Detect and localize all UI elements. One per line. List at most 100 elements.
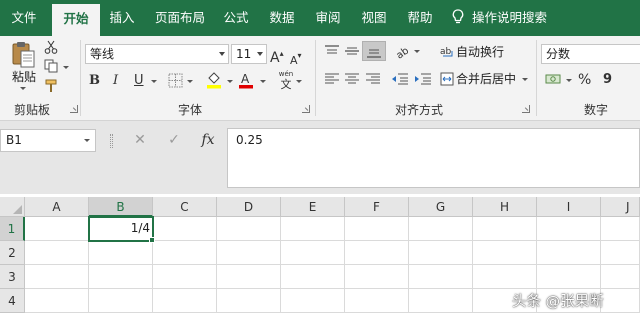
tab-view[interactable]: 视图: [354, 0, 394, 36]
fill-handle[interactable]: [149, 237, 155, 243]
tab-data[interactable]: 数据: [262, 0, 302, 36]
orientation-icon[interactable]: ab: [394, 43, 412, 59]
row-header-1[interactable]: 1: [0, 217, 25, 241]
borders-dropdown-icon[interactable]: [187, 80, 193, 83]
decrease-indent-icon[interactable]: [391, 72, 409, 86]
paste-button[interactable]: 粘贴: [12, 68, 36, 86]
tab-insert[interactable]: 插入: [100, 0, 144, 36]
cell-j1[interactable]: [601, 217, 640, 241]
bold-button[interactable]: B: [89, 73, 100, 89]
underline-button[interactable]: U: [134, 73, 144, 89]
cell-e3[interactable]: [281, 265, 345, 289]
cell-a2[interactable]: [25, 241, 89, 265]
cell-g3[interactable]: [409, 265, 473, 289]
copy-icon[interactable]: [44, 59, 58, 73]
tell-me-search[interactable]: 操作说明搜索: [452, 0, 547, 36]
paste-dropdown-icon[interactable]: [20, 87, 26, 90]
font-launcher-icon[interactable]: [302, 105, 310, 113]
cell-i1[interactable]: [537, 217, 601, 241]
cell-f1[interactable]: [345, 217, 409, 241]
column-header-i[interactable]: I: [537, 197, 601, 217]
cell-a3[interactable]: [25, 265, 89, 289]
cell-a4[interactable]: [25, 289, 89, 313]
merge-center-icon[interactable]: [440, 72, 454, 86]
increase-font-size-icon[interactable]: A▴: [270, 46, 284, 66]
tab-formulas[interactable]: 公式: [216, 0, 256, 36]
number-format-select[interactable]: 分数: [541, 44, 640, 64]
cell-g1[interactable]: [409, 217, 473, 241]
column-header-a[interactable]: A: [25, 197, 89, 217]
increase-indent-icon[interactable]: [414, 72, 432, 86]
insert-function-button[interactable]: fx: [197, 129, 219, 152]
fill-color-dropdown-icon[interactable]: [227, 80, 233, 83]
cell-f4[interactable]: [345, 289, 409, 313]
align-top-icon[interactable]: [324, 44, 340, 58]
cell-d2[interactable]: [217, 241, 281, 265]
align-right-icon[interactable]: [365, 72, 381, 86]
wrap-text-icon[interactable]: ab: [440, 44, 454, 58]
font-color-icon[interactable]: A: [238, 71, 254, 89]
name-box[interactable]: B1: [0, 129, 96, 152]
cell-j4[interactable]: [601, 289, 640, 313]
select-all-button[interactable]: [0, 197, 25, 217]
font-name-select[interactable]: 等线: [85, 44, 229, 64]
enter-icon[interactable]: ✓: [164, 129, 184, 152]
cell-d1[interactable]: [217, 217, 281, 241]
clipboard-launcher-icon[interactable]: [70, 105, 78, 113]
tab-file[interactable]: 文件: [0, 0, 48, 36]
row-header-3[interactable]: 3: [0, 265, 25, 289]
column-header-g[interactable]: G: [409, 197, 473, 217]
cell-b1[interactable]: 1/4: [88, 216, 154, 242]
paste-icon[interactable]: [10, 40, 38, 70]
cell-h2[interactable]: [473, 241, 537, 265]
font-color-dropdown-icon[interactable]: [260, 80, 266, 83]
cell-f3[interactable]: [345, 265, 409, 289]
cell-h1[interactable]: [473, 217, 537, 241]
accounting-format-icon[interactable]: [545, 72, 561, 86]
cell-b3[interactable]: [89, 265, 153, 289]
formula-input[interactable]: 0.25: [227, 128, 640, 188]
row-header-2[interactable]: 2: [0, 241, 25, 265]
cell-j3[interactable]: [601, 265, 640, 289]
fill-color-icon[interactable]: [206, 71, 222, 89]
align-center-icon[interactable]: [344, 72, 360, 86]
comma-style-button[interactable]: 9: [603, 72, 612, 88]
column-header-b[interactable]: B: [89, 197, 153, 217]
align-middle-icon[interactable]: [344, 44, 360, 58]
cell-g2[interactable]: [409, 241, 473, 265]
column-header-e[interactable]: E: [281, 197, 345, 217]
italic-button[interactable]: I: [113, 73, 118, 89]
tab-help[interactable]: 帮助: [400, 0, 440, 36]
underline-dropdown-icon[interactable]: [151, 80, 157, 83]
phonetic-guide-icon[interactable]: wén 文: [278, 70, 294, 91]
cell-f2[interactable]: [345, 241, 409, 265]
accounting-dropdown-icon[interactable]: [566, 79, 572, 82]
cell-b4[interactable]: [89, 289, 153, 313]
cell-e1[interactable]: [281, 217, 345, 241]
copy-dropdown-icon[interactable]: [63, 66, 69, 69]
cut-icon[interactable]: [44, 40, 58, 54]
column-header-d[interactable]: D: [217, 197, 281, 217]
formula-bar-grip-icon[interactable]: [110, 134, 113, 148]
merge-dropdown-icon[interactable]: [522, 78, 528, 81]
phonetic-dropdown-icon[interactable]: [296, 80, 302, 83]
cell-d4[interactable]: [217, 289, 281, 313]
percent-style-button[interactable]: %: [578, 72, 591, 88]
align-left-icon[interactable]: [324, 72, 340, 86]
alignment-launcher-icon[interactable]: [522, 105, 530, 113]
tab-home[interactable]: 开始: [52, 4, 100, 36]
cell-i2[interactable]: [537, 241, 601, 265]
merge-center-button[interactable]: 合并后居中: [456, 70, 516, 88]
borders-icon[interactable]: [168, 73, 183, 88]
cell-h3[interactable]: [473, 265, 537, 289]
cell-j2[interactable]: [601, 241, 640, 265]
cell-e2[interactable]: [281, 241, 345, 265]
align-bottom-button[interactable]: [362, 41, 386, 61]
cell-b2[interactable]: [89, 241, 153, 265]
cell-d3[interactable]: [217, 265, 281, 289]
cancel-icon[interactable]: ✕: [130, 129, 150, 152]
cell-e4[interactable]: [281, 289, 345, 313]
wrap-text-button[interactable]: 自动换行: [456, 43, 504, 61]
cell-c2[interactable]: [153, 241, 217, 265]
decrease-font-size-icon[interactable]: A▾: [290, 48, 302, 69]
